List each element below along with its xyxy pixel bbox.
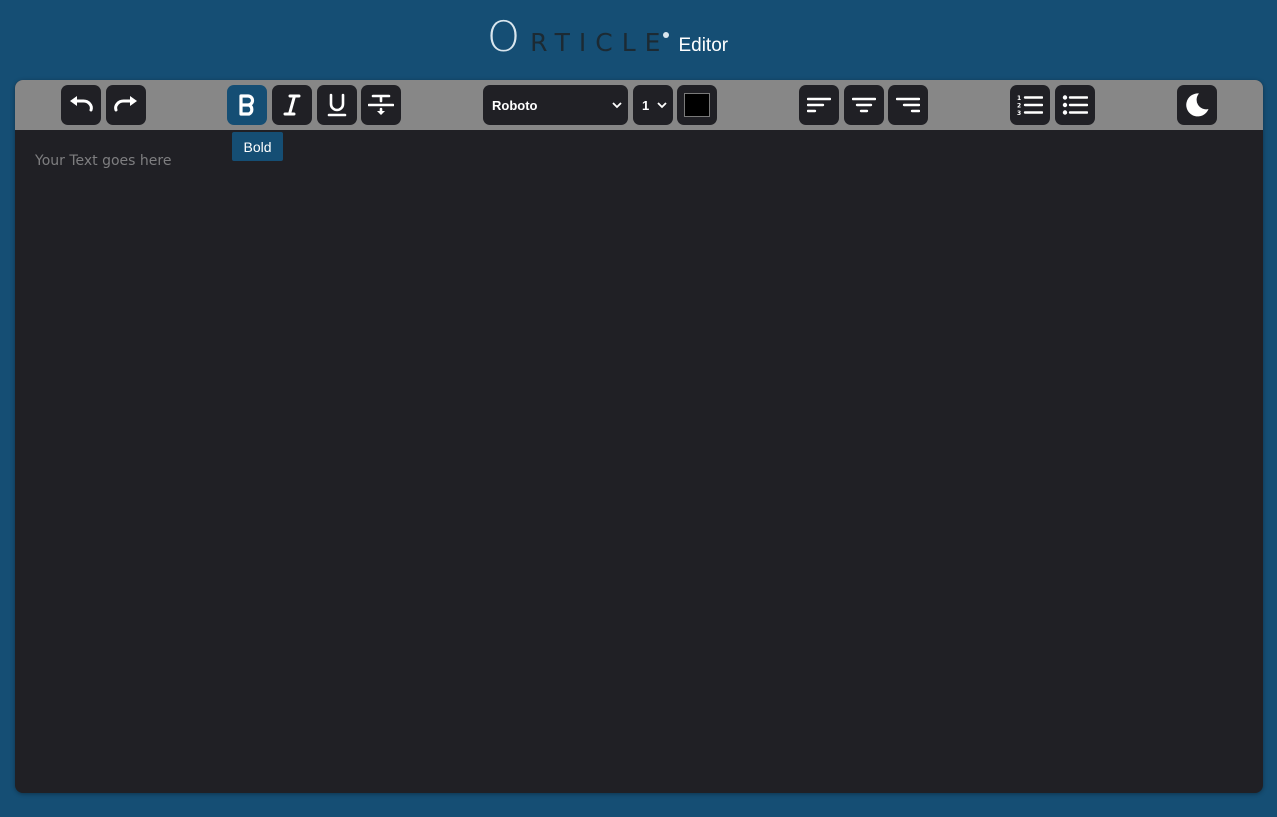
italic-icon xyxy=(283,94,301,116)
font-family-value: Roboto xyxy=(492,97,538,113)
bold-button[interactable] xyxy=(227,85,267,125)
redo-icon xyxy=(114,96,137,112)
align-right-icon xyxy=(896,97,920,113)
editor-placeholder: Your Text goes here xyxy=(35,153,172,169)
logo-initial: O xyxy=(487,12,521,61)
svg-text:1: 1 xyxy=(1017,95,1021,102)
align-left-button[interactable] xyxy=(799,85,839,125)
ordered-list-icon: 1 2 3 xyxy=(1017,95,1043,116)
svg-text:3: 3 xyxy=(1017,110,1021,116)
editor-text-area[interactable]: Your Text goes here xyxy=(15,130,1263,793)
app-header: O RTICLE Editor xyxy=(0,0,1277,80)
strikethrough-icon xyxy=(368,94,394,115)
align-left-icon xyxy=(807,97,831,113)
undo-icon xyxy=(70,96,93,112)
bold-icon xyxy=(239,94,255,116)
redo-button[interactable] xyxy=(106,85,146,125)
font-size-value: 1 xyxy=(642,97,650,113)
align-right-button[interactable] xyxy=(888,85,928,125)
toolbar: Roboto 1 1 2 3 xyxy=(15,80,1263,130)
app-logo: O RTICLE Editor xyxy=(487,12,728,62)
underline-button[interactable] xyxy=(317,85,357,125)
undo-button[interactable] xyxy=(61,85,101,125)
align-center-icon xyxy=(852,97,876,113)
app-subtitle: Editor xyxy=(678,35,729,56)
strikethrough-button[interactable] xyxy=(361,85,401,125)
chevron-down-icon xyxy=(657,102,667,109)
moon-icon xyxy=(1186,93,1209,117)
ordered-list-button[interactable]: 1 2 3 xyxy=(1010,85,1050,125)
color-swatch xyxy=(684,93,710,117)
chevron-down-icon xyxy=(612,102,622,109)
editor-card: Roboto 1 1 2 3 Bold Your Text goes here xyxy=(15,80,1263,793)
unordered-list-icon xyxy=(1062,95,1088,115)
align-center-button[interactable] xyxy=(844,85,884,125)
theme-toggle-button[interactable] xyxy=(1177,85,1217,125)
logo-wordmark: RTICLE xyxy=(530,28,670,57)
svg-text:2: 2 xyxy=(1017,103,1021,110)
text-color-picker[interactable] xyxy=(677,85,717,125)
font-size-select[interactable]: 1 xyxy=(633,85,673,125)
unordered-list-button[interactable] xyxy=(1055,85,1095,125)
font-family-select[interactable]: Roboto xyxy=(483,85,628,125)
underline-icon xyxy=(327,93,347,117)
italic-button[interactable] xyxy=(272,85,312,125)
